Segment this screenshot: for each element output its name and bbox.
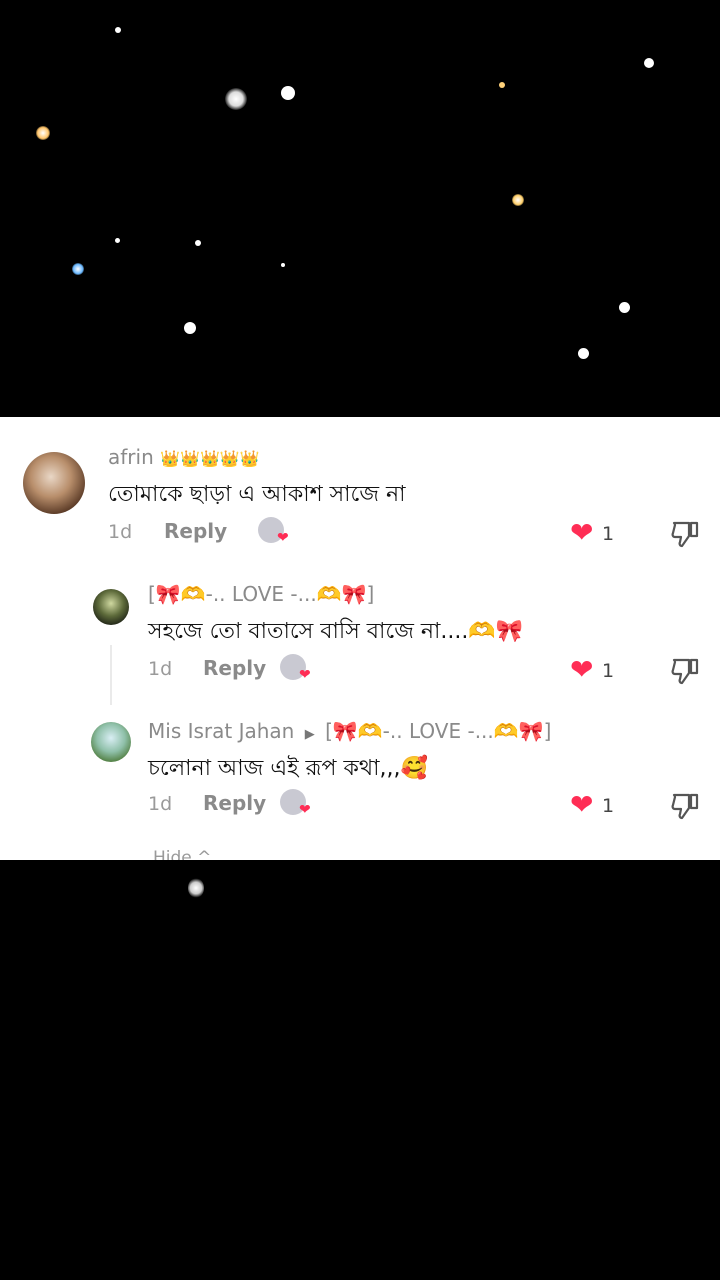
star	[281, 263, 285, 267]
comment-panel: afrin 👑👑👑👑👑 তোমাকে ছাড়া এ আকাশ সাজে না …	[0, 417, 720, 860]
dislike-icon[interactable]	[670, 520, 700, 548]
comment-text: সহজে তো বাতাসে বাসি বাজে না....🫶🎀	[148, 619, 524, 644]
username-text: afrin	[108, 445, 154, 469]
star	[512, 194, 524, 206]
star	[225, 88, 247, 110]
heart-icon[interactable]: ❤	[570, 519, 593, 547]
star	[619, 302, 630, 313]
heart-icon[interactable]: ❤	[570, 791, 593, 819]
star	[115, 27, 121, 33]
reply-arrow-icon: ▶	[304, 727, 315, 742]
avatar[interactable]	[23, 452, 85, 514]
star	[499, 82, 505, 88]
creator-heart-icon: ❤	[299, 802, 311, 818]
star	[184, 322, 196, 334]
comment-reply-item: Mis Israt Jahan ▶ [🎀🫶-.. LOVE -...🫶🎀] চল…	[0, 707, 720, 837]
star	[195, 240, 201, 246]
reply-button[interactable]: Reply	[164, 519, 227, 543]
reply-to-username[interactable]: [🎀🫶-.. LOVE -...🫶🎀]	[325, 719, 551, 743]
timestamp: 1d	[148, 658, 173, 680]
reply-button[interactable]: Reply	[203, 791, 266, 815]
comment-item: afrin 👑👑👑👑👑 তোমাকে ছাড়া এ আকাশ সাজে না …	[0, 417, 720, 557]
star	[36, 126, 50, 140]
crown-emojis: 👑👑👑👑👑	[160, 449, 260, 468]
like-count: 1	[602, 523, 615, 545]
starry-background-top	[0, 0, 720, 417]
creator-heart-icon: ❤	[299, 667, 311, 683]
avatar[interactable]	[91, 722, 131, 762]
heart-icon[interactable]: ❤	[570, 656, 593, 684]
like-count: 1	[602, 795, 615, 817]
dislike-icon[interactable]	[670, 792, 700, 820]
star	[281, 86, 295, 100]
starry-background-bottom	[0, 860, 720, 1280]
thread-line	[110, 645, 112, 705]
star	[115, 238, 120, 243]
comment-reply-item: [🎀🫶-.. LOVE -...🫶🎀] সহজে তো বাতাসে বাসি …	[0, 572, 720, 702]
timestamp: 1d	[108, 521, 133, 543]
username[interactable]: [🎀🫶-.. LOVE -...🫶🎀]	[148, 582, 374, 606]
like-count: 1	[602, 660, 615, 682]
timestamp: 1d	[148, 793, 173, 815]
dislike-icon[interactable]	[670, 657, 700, 685]
username[interactable]: afrin 👑👑👑👑👑	[108, 445, 260, 469]
comment-text: চলোনা আজ এই রূপ কথা,,,🥰	[148, 756, 428, 781]
comment-text: তোমাকে ছাড়া এ আকাশ সাজে না	[108, 482, 406, 507]
reply-button[interactable]: Reply	[203, 656, 266, 680]
star	[644, 58, 654, 68]
star	[188, 878, 204, 898]
creator-heart-icon: ❤	[277, 530, 289, 546]
star	[578, 348, 589, 359]
star	[72, 263, 84, 275]
username-row: Mis Israt Jahan ▶ [🎀🫶-.. LOVE -...🫶🎀]	[148, 719, 551, 743]
avatar[interactable]	[93, 589, 129, 625]
username[interactable]: Mis Israt Jahan	[148, 719, 294, 743]
hide-replies-button[interactable]: Hide ^	[153, 848, 211, 860]
